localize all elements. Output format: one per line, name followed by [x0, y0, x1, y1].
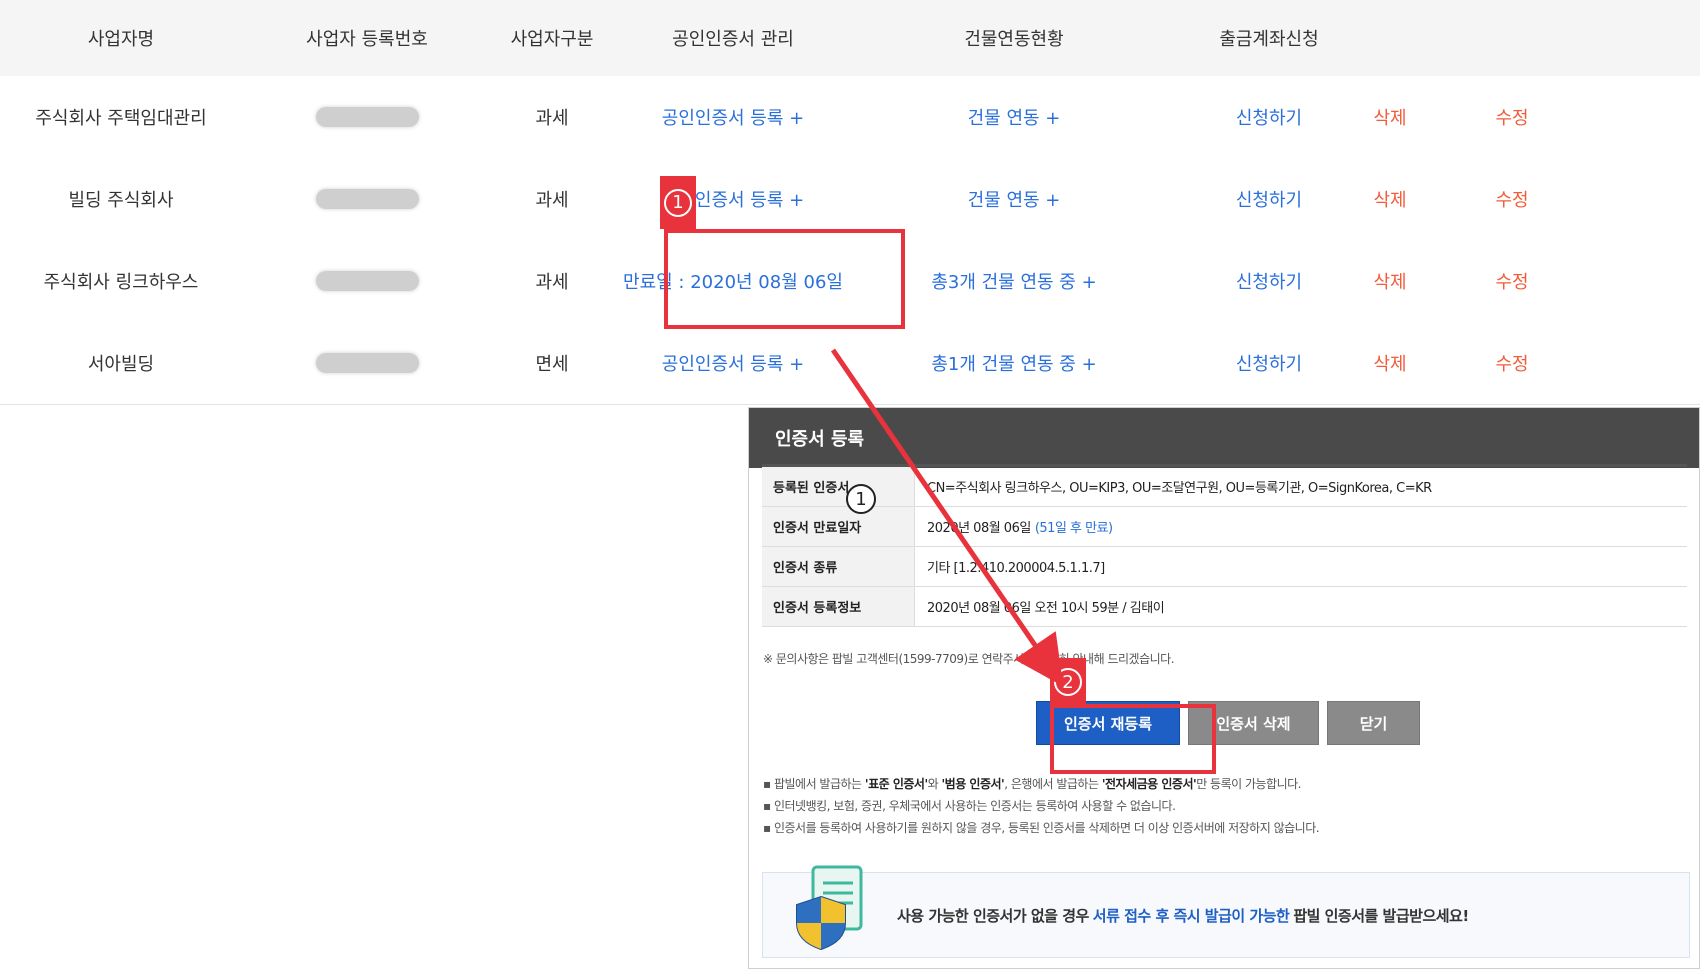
reg-number-masked	[312, 322, 422, 404]
edit-link[interactable]: 수정	[1472, 158, 1552, 240]
header-cert-management: 공인인증서 관리	[672, 29, 794, 50]
step-1-badge: 1	[660, 176, 696, 229]
header-reg-number: 사업자 등록번호	[306, 29, 428, 50]
delete-link[interactable]: 삭제	[1350, 76, 1430, 158]
contact-note: ※ 문의사항은 팝빌 고객센터(1599-7709)로 연락주시면 친절히 안내…	[763, 652, 1175, 666]
edit-link[interactable]: 수정	[1472, 76, 1552, 158]
building-link[interactable]: 건물 연동 +	[904, 158, 1124, 240]
bullet-item: ▪ 인터넷뱅킹, 보험, 증권, 우체국에서 사용하는 인증서는 등록하여 사용…	[763, 799, 1176, 813]
building-link[interactable]: 건물 연동 +	[904, 76, 1124, 158]
table-row: 주식회사 주택임대관리 과세 공인인증서 등록 + 건물 연동 + 신청하기 삭…	[0, 76, 1700, 159]
building-link[interactable]: 총1개 건물 연동 중 +	[904, 322, 1124, 404]
step-1-number: 1	[664, 188, 692, 217]
building-link[interactable]: 총3개 건물 연동 중 +	[904, 240, 1124, 322]
cert-register-modal: 인증서 등록 등록된 인증서 CN=주식회사 링크하우스, OU=KIP3, O…	[748, 407, 1700, 969]
header-business-name: 사업자명	[87, 29, 155, 50]
edit-link[interactable]: 수정	[1472, 240, 1552, 322]
reg-number-masked	[312, 158, 422, 240]
cert-register-link[interactable]: 공인인증서 등록 +	[624, 322, 842, 404]
table-bottom-border	[0, 404, 1700, 405]
step-2-badge: 2	[1050, 658, 1086, 706]
cert-issue-promo-banner[interactable]: 사용 가능한 인증서가 없을 경우 서류 접수 후 즉시 발급이 가능한 팝빌 인증…	[762, 865, 1690, 958]
business-type: 면세	[535, 354, 569, 375]
business-name: 주식회사 주택임대관리	[35, 108, 207, 129]
business-name: 주식회사 링크하우스	[43, 272, 199, 293]
info-label: 인증서 종류	[762, 547, 915, 586]
header-account-apply: 출금계좌신청	[1219, 29, 1319, 50]
cert-register-link[interactable]: 공인인증서 등록 +	[624, 158, 842, 240]
header-business-type: 사업자구분	[510, 29, 594, 50]
bullet-item: ▪ 인증서를 등록하여 사용하기를 원하지 않을 경우, 등록된 인증서를 삭제…	[763, 821, 1320, 835]
cert-register-link[interactable]: 공인인증서 등록 +	[624, 76, 842, 158]
delete-link[interactable]: 삭제	[1350, 240, 1430, 322]
business-name: 빌딩 주식회사	[68, 190, 174, 211]
bullet-item: ▪ 팝빌에서 발급하는 '표준 인증서'와 '범용 인증서', 은행에서 발급하…	[763, 777, 1301, 791]
info-value: 기타 [1.2.410.200004.5.1.1.7]	[927, 561, 1105, 576]
table-header: 사업자명 사업자 등록번호 사업자구분 공인인증서 관리 건물연동현황 출금계좌…	[0, 0, 1700, 77]
reregister-highlight-box	[1050, 704, 1216, 774]
business-type: 과세	[535, 190, 569, 211]
info-row-register-info: 인증서 등록정보 2020년 08월 06일 오전 10시 59분 / 김태이	[762, 587, 1687, 627]
step-1-marker: 1	[846, 484, 876, 514]
info-label: 등록된 인증서	[762, 467, 915, 506]
info-row-registered-cert: 등록된 인증서 CN=주식회사 링크하우스, OU=KIP3, OU=조달연구원…	[762, 467, 1687, 507]
cert-info-table: 등록된 인증서 CN=주식회사 링크하우스, OU=KIP3, OU=조달연구원…	[762, 464, 1687, 627]
reg-number-masked	[312, 76, 422, 158]
info-label: 인증서 등록정보	[762, 587, 915, 626]
info-value: CN=주식회사 링크하우스, OU=KIP3, OU=조달연구원, OU=등록기…	[927, 481, 1432, 496]
business-type: 과세	[535, 108, 569, 129]
info-row-cert-type: 인증서 종류 기타 [1.2.410.200004.5.1.1.7]	[762, 547, 1687, 587]
info-value: 2020년 08월 06일	[927, 521, 1031, 536]
business-type: 과세	[535, 272, 569, 293]
delete-link[interactable]: 삭제	[1350, 322, 1430, 404]
close-button[interactable]: 닫기	[1327, 701, 1420, 745]
shield-certificate-icon	[796, 865, 863, 951]
delete-link[interactable]: 삭제	[1350, 158, 1430, 240]
reg-number-masked	[312, 240, 422, 322]
expiry-remaining: (51일 후 만료)	[1034, 521, 1113, 536]
header-building-status: 건물연동현황	[964, 29, 1064, 50]
table-row: 서아빌딩 면세 공인인증서 등록 + 총1개 건물 연동 중 + 신청하기 삭제…	[0, 322, 1700, 404]
info-label: 인증서 만료일자	[762, 507, 915, 546]
info-value-group: 2020년 08월 06일 (51일 후 만료)	[915, 507, 1113, 546]
expiry-highlight-box	[664, 229, 905, 329]
edit-link[interactable]: 수정	[1472, 322, 1552, 404]
modal-title: 인증서 등록	[749, 408, 1699, 468]
info-bullets: ▪ 팝빌에서 발급하는 '표준 인증서'와 '범용 인증서', 은행에서 발급하…	[763, 773, 1320, 839]
step-2-number: 2	[1054, 668, 1082, 696]
info-value: 2020년 08월 06일 오전 10시 59분 / 김태이	[927, 601, 1165, 616]
business-name: 서아빌딩	[87, 354, 155, 375]
info-row-expiry-date: 인증서 만료일자 2020년 08월 06일 (51일 후 만료)	[762, 507, 1687, 547]
promo-text: 사용 가능한 인증서가 없을 경우 서류 접수 후 즉시 발급이 가능한 팝빌 인증…	[897, 906, 1469, 925]
